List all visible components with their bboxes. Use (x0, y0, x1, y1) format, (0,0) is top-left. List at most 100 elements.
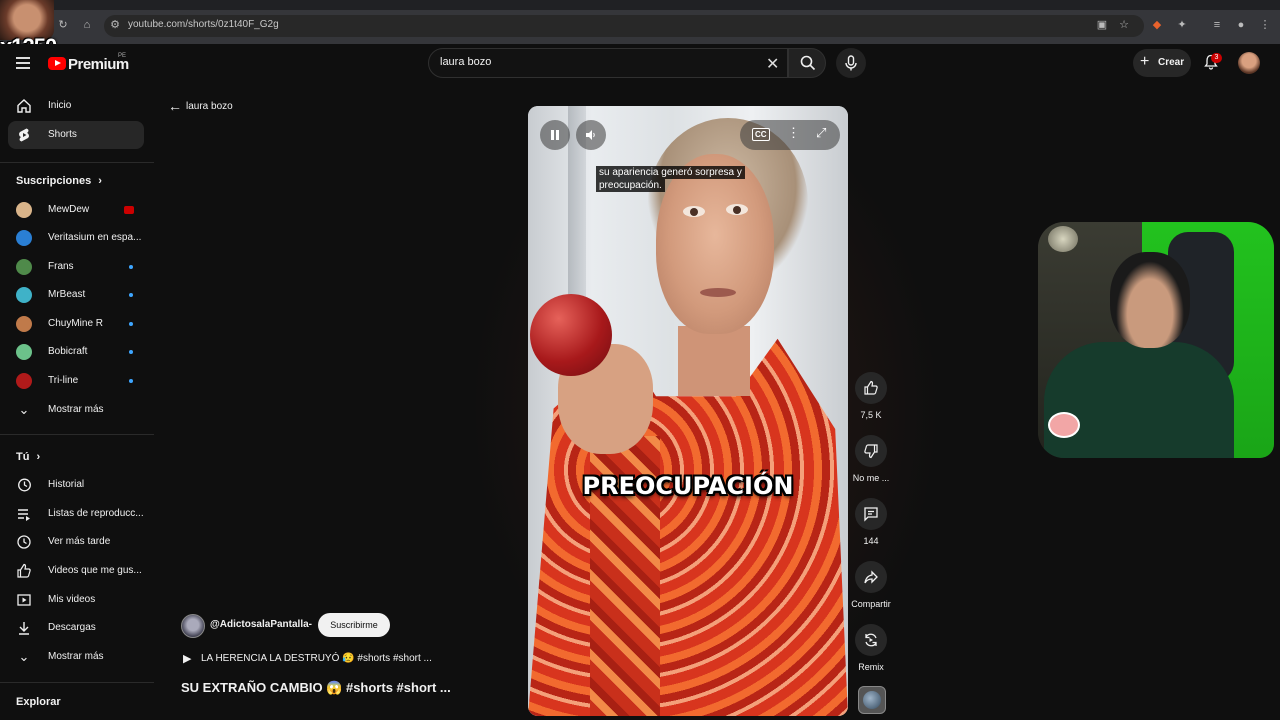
thumbs-down-icon (864, 444, 878, 459)
youtube-logo-icon[interactable] (48, 57, 66, 70)
related-video-link[interactable]: LA HERENCIA LA DESTRUYÓ 😥 #shorts #short… (201, 653, 432, 664)
channel-avatar[interactable] (181, 614, 205, 638)
channel-name[interactable]: @AdictosalaPantalla- (210, 619, 312, 630)
search-button[interactable] (788, 48, 826, 78)
video-overlay-text: PREOCUPACIÓN (582, 472, 794, 500)
you-heading-label: Tú (16, 451, 30, 463)
sidebar-divider (0, 162, 154, 163)
sidebar-item-downloads[interactable]: Descargas (8, 614, 144, 642)
sidebar-item-sub-2[interactable]: Frans (8, 253, 144, 281)
sidebar-item-label: Videos que me gus... (48, 565, 142, 576)
live-indicator-icon (124, 206, 134, 214)
home-browser-icon[interactable]: ⌂ (80, 18, 94, 32)
chevron-down-icon: ⌄ (18, 402, 30, 417)
dislike-button[interactable] (855, 435, 887, 467)
new-content-dot-icon (129, 350, 133, 354)
voice-search-button[interactable] (836, 48, 866, 78)
channel-avatar (16, 259, 32, 275)
shorts-video-player[interactable]: CC ⋮ ⤢ su apariencia generó sorpresa y p… (528, 106, 848, 716)
chevron-right-icon: › (98, 175, 102, 187)
watch-later-icon (16, 534, 32, 550)
volume-icon (586, 130, 595, 140)
sidebar-item-sub-0[interactable]: MewDew (8, 196, 144, 224)
sidebar-item-label: Veritasium en espa... (48, 232, 142, 243)
notification-count-badge: 3 (1211, 53, 1222, 63)
reload-icon[interactable]: ↻ (56, 18, 70, 32)
bookmark-star-icon[interactable]: ☆ (1117, 18, 1131, 32)
sidebar-item-label: Frans (48, 261, 74, 272)
show-more-label: Mostrar más (48, 404, 104, 415)
sidebar-item-shorts[interactable]: Shorts (8, 121, 144, 149)
sidebar-item-watch-later[interactable]: Ver más tarde (8, 528, 144, 556)
home-icon (16, 98, 32, 114)
remix-button[interactable] (855, 624, 887, 656)
install-app-icon[interactable]: ▣ (1095, 18, 1109, 32)
liked-videos-icon (16, 563, 32, 579)
sidebar-item-label: Listas de reproducc... (48, 508, 144, 519)
video-caption: su apariencia generó sorpresa y preocupa… (596, 166, 752, 192)
volume-button[interactable] (576, 120, 606, 150)
plus-icon: + (1140, 53, 1150, 70)
back-arrow-icon[interactable]: ← (168, 98, 182, 114)
share-label: Compartir (851, 599, 891, 609)
playlists-icon (16, 506, 32, 522)
back-to-search-link[interactable]: laura bozo (186, 101, 233, 112)
video-frame-detail (700, 288, 736, 297)
sidebar-item-playlists[interactable]: Listas de reproducc... (8, 500, 144, 528)
account-avatar[interactable] (1238, 52, 1260, 74)
subscriptions-heading[interactable]: Suscripciones › (16, 175, 102, 187)
site-info-icon[interactable]: ⚙ (108, 18, 122, 32)
address-bar-url: youtube.com/shorts/0z1t40F_G2g (128, 19, 279, 30)
pause-button[interactable] (540, 120, 570, 150)
more-options-icon[interactable]: ⋮ (787, 125, 800, 141)
new-content-dot-icon (129, 265, 133, 269)
menu-icon[interactable] (16, 57, 30, 69)
subscribe-button[interactable]: Suscribirme (318, 613, 390, 637)
new-content-dot-icon (129, 322, 133, 326)
media-controls-icon[interactable]: ≡ (1210, 18, 1224, 32)
sidebar-item-sub-5[interactable]: Bobicraft (8, 338, 144, 366)
profile-icon[interactable]: ● (1234, 18, 1248, 32)
explore-heading: Explorar (16, 696, 61, 708)
video-title[interactable]: SU EXTRAÑO CAMBIO 😱 #shorts #short ... (181, 680, 451, 696)
video-caption-text: su apariencia generó sorpresa y preocupa… (596, 166, 745, 192)
webcam-lamp (1048, 226, 1078, 252)
browser-menu-icon[interactable]: ⋮ (1258, 18, 1272, 32)
microphone-icon (845, 55, 857, 71)
sidebar-item-my-videos[interactable]: Mis videos (8, 586, 144, 614)
chevron-right-icon: › (36, 451, 41, 463)
sidebar-item-label: MewDew (48, 204, 90, 215)
extensions-puzzle-icon[interactable]: ✦ (1175, 18, 1189, 32)
extension-icon[interactable]: ◆ (1150, 18, 1164, 32)
show-more-subscriptions[interactable]: ⌄ Mostrar más (8, 396, 144, 424)
video-frame-detail (726, 204, 748, 215)
channel-avatar (16, 373, 32, 389)
show-more-you[interactable]: ⌄ Mostrar más (8, 643, 144, 671)
sidebar-item-sub-1[interactable]: Veritasium en espa... (8, 224, 144, 252)
search-input-value: laura bozo (440, 56, 492, 68)
sidebar-item-sub-6[interactable]: Tri-line (8, 367, 144, 395)
video-frame-detail (678, 326, 750, 396)
fullscreen-icon[interactable]: ⤢ (816, 125, 826, 141)
sidebar-item-sub-3[interactable]: MrBeast (8, 281, 144, 309)
sidebar-item-inicio[interactable]: Inicio (8, 92, 144, 120)
video-frame-detail (683, 206, 705, 217)
sidebar-item-label: MrBeast (48, 289, 86, 300)
create-button-label: Crear (1158, 57, 1185, 68)
clear-search-icon[interactable]: ✕ (766, 54, 779, 74)
sidebar-item-sub-4[interactable]: ChuyMine R (8, 310, 144, 338)
remix-label: Remix (858, 662, 884, 672)
comments-button[interactable] (855, 498, 887, 530)
captions-button[interactable]: CC (752, 128, 770, 141)
pig-sticker-icon (1048, 412, 1080, 438)
sidebar-item-label: Tri-line (48, 375, 79, 386)
sidebar-item-liked-videos[interactable]: Videos que me gus... (8, 557, 144, 585)
channel-avatar-button[interactable] (858, 686, 886, 714)
comment-icon (864, 507, 878, 522)
you-heading[interactable]: Tú › (16, 451, 40, 463)
sidebar-item-historial[interactable]: Historial (8, 471, 144, 499)
shorts-icon (16, 127, 32, 143)
comment-count: 144 (863, 536, 879, 546)
like-button[interactable] (855, 372, 887, 404)
share-button[interactable] (855, 561, 887, 593)
